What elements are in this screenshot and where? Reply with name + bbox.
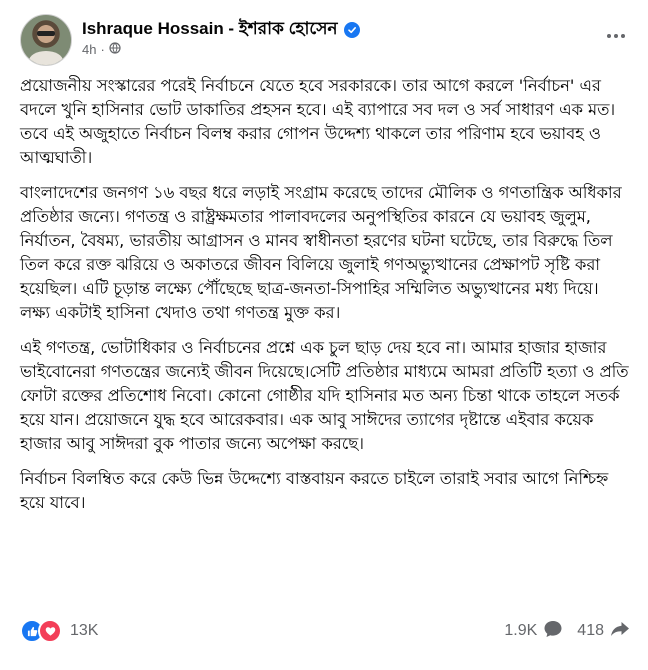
post-header: Ishraque Hossain - ইশরাক হোসেন 4h · <box>20 12 628 66</box>
author-name[interactable]: Ishraque Hossain - ইশরাক হোসেন <box>82 16 338 44</box>
shares-stat[interactable]: 418 <box>577 619 630 644</box>
comments-count: 1.9K <box>504 622 538 639</box>
more-dot <box>614 34 618 38</box>
post-paragraph: প্রয়োজনীয় সংস্কারের পরেই নির্বাচনে যেত… <box>20 76 616 167</box>
author-name-row: Ishraque Hossain - ইশরাক হোসেন <box>82 16 360 44</box>
verified-badge-icon <box>343 22 360 38</box>
post-content: প্রয়োজনীয় সংস্কারের পরেই নির্বাচনে যেত… <box>20 74 632 526</box>
share-icon <box>610 619 630 644</box>
more-dot <box>607 34 611 38</box>
reactions-summary[interactable]: 13K <box>20 619 98 643</box>
comments-stat[interactable]: 1.9K <box>504 619 563 644</box>
more-dot <box>621 34 625 38</box>
post-paragraph: এই গণতন্ত্র, ভোটাধিকার ও নির্বাচনের প্রশ… <box>20 338 629 453</box>
avatar-shirt <box>29 51 63 65</box>
post-paragraph: বাংলাদেশের জনগণ ১৬ বছর ধরে লড়াই সংগ্রাম… <box>20 183 622 322</box>
post-paragraph: নির্বাচন বিলম্বিত করে কেউ ভিন্ন উদ্দেশ্য… <box>20 469 609 512</box>
globe-icon[interactable] <box>109 42 121 57</box>
love-reaction-icon <box>38 619 62 643</box>
more-options-icon[interactable] <box>604 26 628 46</box>
engagement-stats: 1.9K 418 <box>504 619 630 644</box>
shares-count: 418 <box>577 622 604 639</box>
reaction-icons <box>20 619 62 643</box>
reactions-count[interactable]: 13K <box>70 622 98 640</box>
post-footer: 13K 1.9K 418 <box>20 614 630 648</box>
facebook-post: Ishraque Hossain - ইশরাক হোসেন 4h · প্রয… <box>0 0 648 670</box>
post-time[interactable]: 4h <box>82 42 96 57</box>
post-meta: 4h · <box>82 42 121 57</box>
meta-separator-dot: · <box>100 42 105 57</box>
author-avatar[interactable] <box>20 14 72 66</box>
avatar-glasses <box>37 31 55 36</box>
comment-icon <box>543 619 563 644</box>
